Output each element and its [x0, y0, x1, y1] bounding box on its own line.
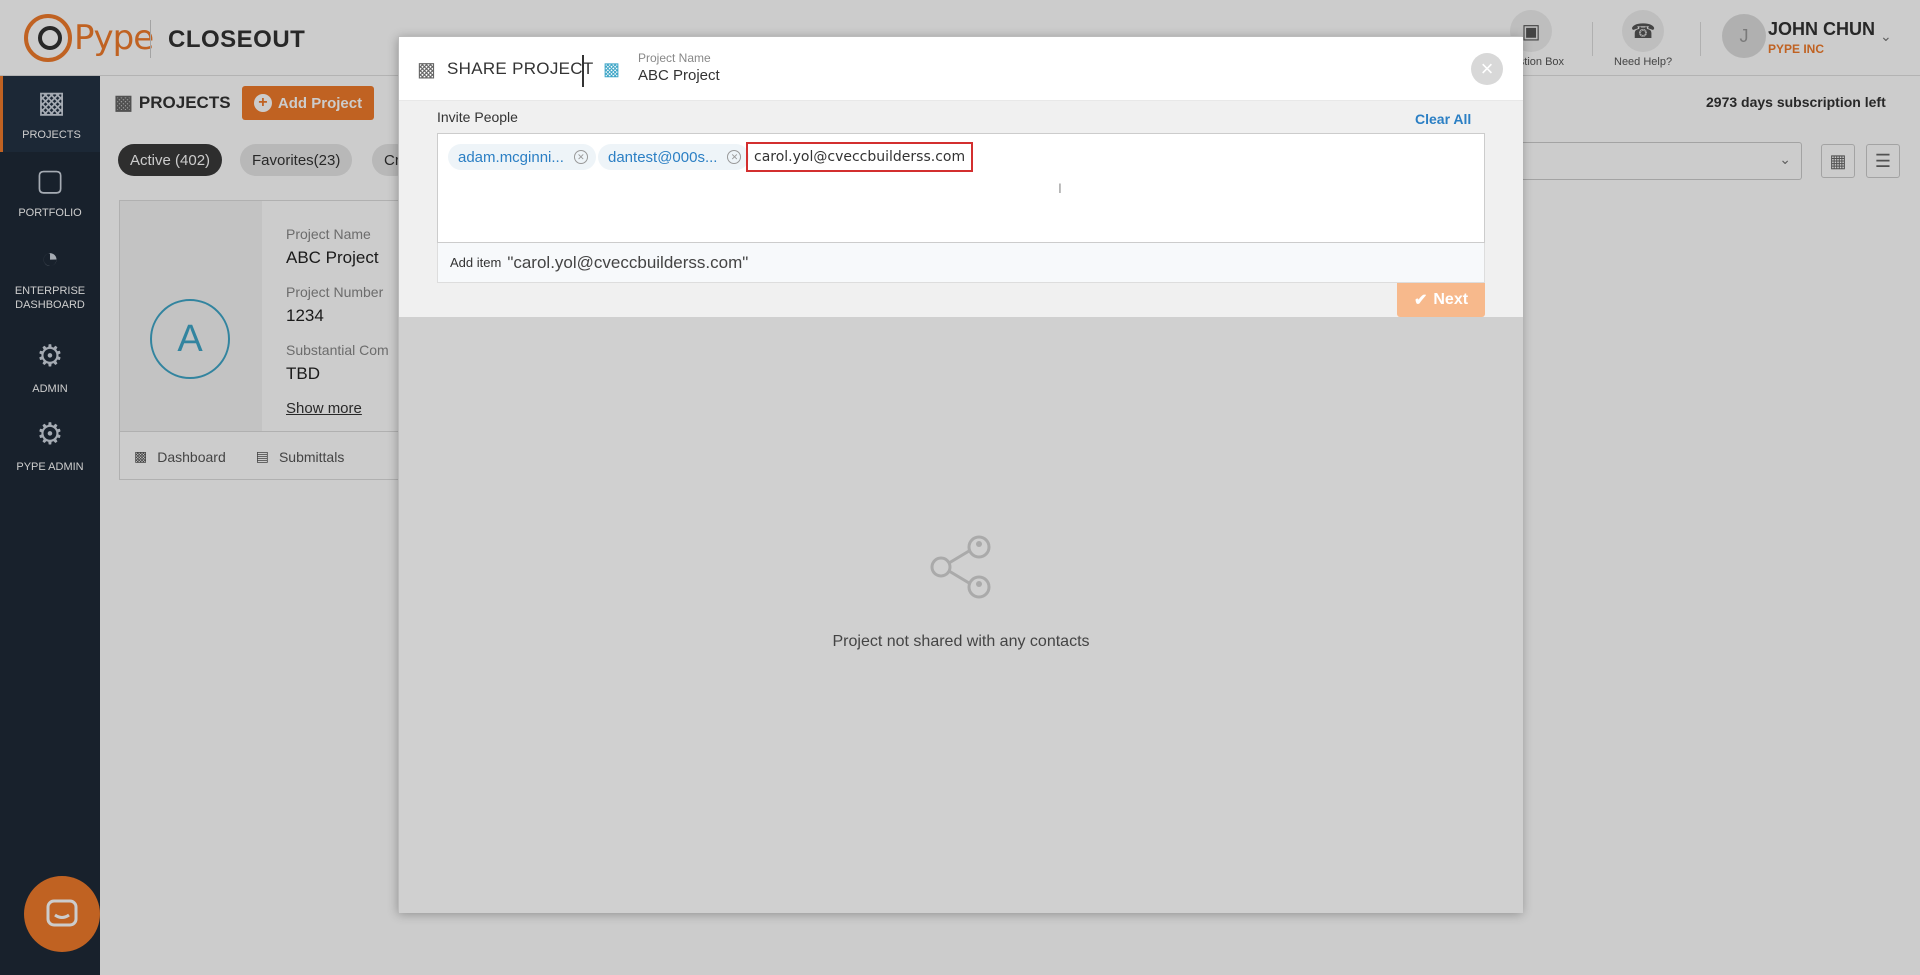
invite-text-entry[interactable]: carol.yol@cveccbuilderss.com [746, 142, 974, 172]
invite-tag[interactable]: dantest@000s... ✕ [598, 144, 750, 170]
text-cursor-icon: I [1058, 180, 1062, 196]
modal-header: ▩ SHARE PROJECT ▩ Project Name ABC Proje… [399, 37, 1523, 101]
clear-all-button[interactable]: Clear All [1415, 111, 1471, 127]
close-icon: × [1480, 56, 1494, 81]
remove-tag-icon[interactable]: ✕ [727, 150, 742, 164]
building-icon: ▩ [603, 59, 621, 79]
share-contacts-icon [930, 535, 991, 599]
close-button[interactable]: × [1471, 53, 1503, 85]
invite-tag-label: dantest@000s... [608, 148, 718, 166]
add-item-label: Add item [450, 255, 502, 270]
next-label: Next [1433, 291, 1469, 308]
add-item-value: "carol.yol@cveccbuilderss.com" [507, 252, 749, 272]
remove-tag-icon[interactable]: ✕ [573, 150, 588, 164]
invite-tag-input[interactable]: adam.mcginni... ✕ dantest@000s... ✕ caro… [437, 133, 1485, 243]
next-button[interactable]: ✔ Next [1397, 283, 1485, 317]
add-item-suggestion[interactable]: Add item "carol.yol@cveccbuilderss.com" [437, 243, 1485, 283]
building-share-icon: ▩ [417, 59, 436, 81]
invite-tag[interactable]: adam.mcginni... ✕ [448, 144, 596, 170]
check-circle-icon: ✔ [1413, 292, 1428, 309]
modal-title: SHARE PROJECT [447, 59, 594, 78]
empty-state-message: Project not shared with any contacts [832, 633, 1090, 650]
header-separator [582, 55, 584, 87]
project-name-label: Project Name [638, 51, 711, 65]
project-name-value: ABC Project [638, 67, 720, 84]
invite-people-label: Invite People [437, 109, 518, 125]
share-project-modal: ▩ SHARE PROJECT ▩ Project Name ABC Proje… [398, 36, 1523, 913]
empty-state: Project not shared with any contacts [399, 317, 1523, 913]
invite-tag-label: adam.mcginni... [458, 148, 564, 166]
invite-panel: Invite People Clear All adam.mcginni... … [399, 101, 1523, 317]
